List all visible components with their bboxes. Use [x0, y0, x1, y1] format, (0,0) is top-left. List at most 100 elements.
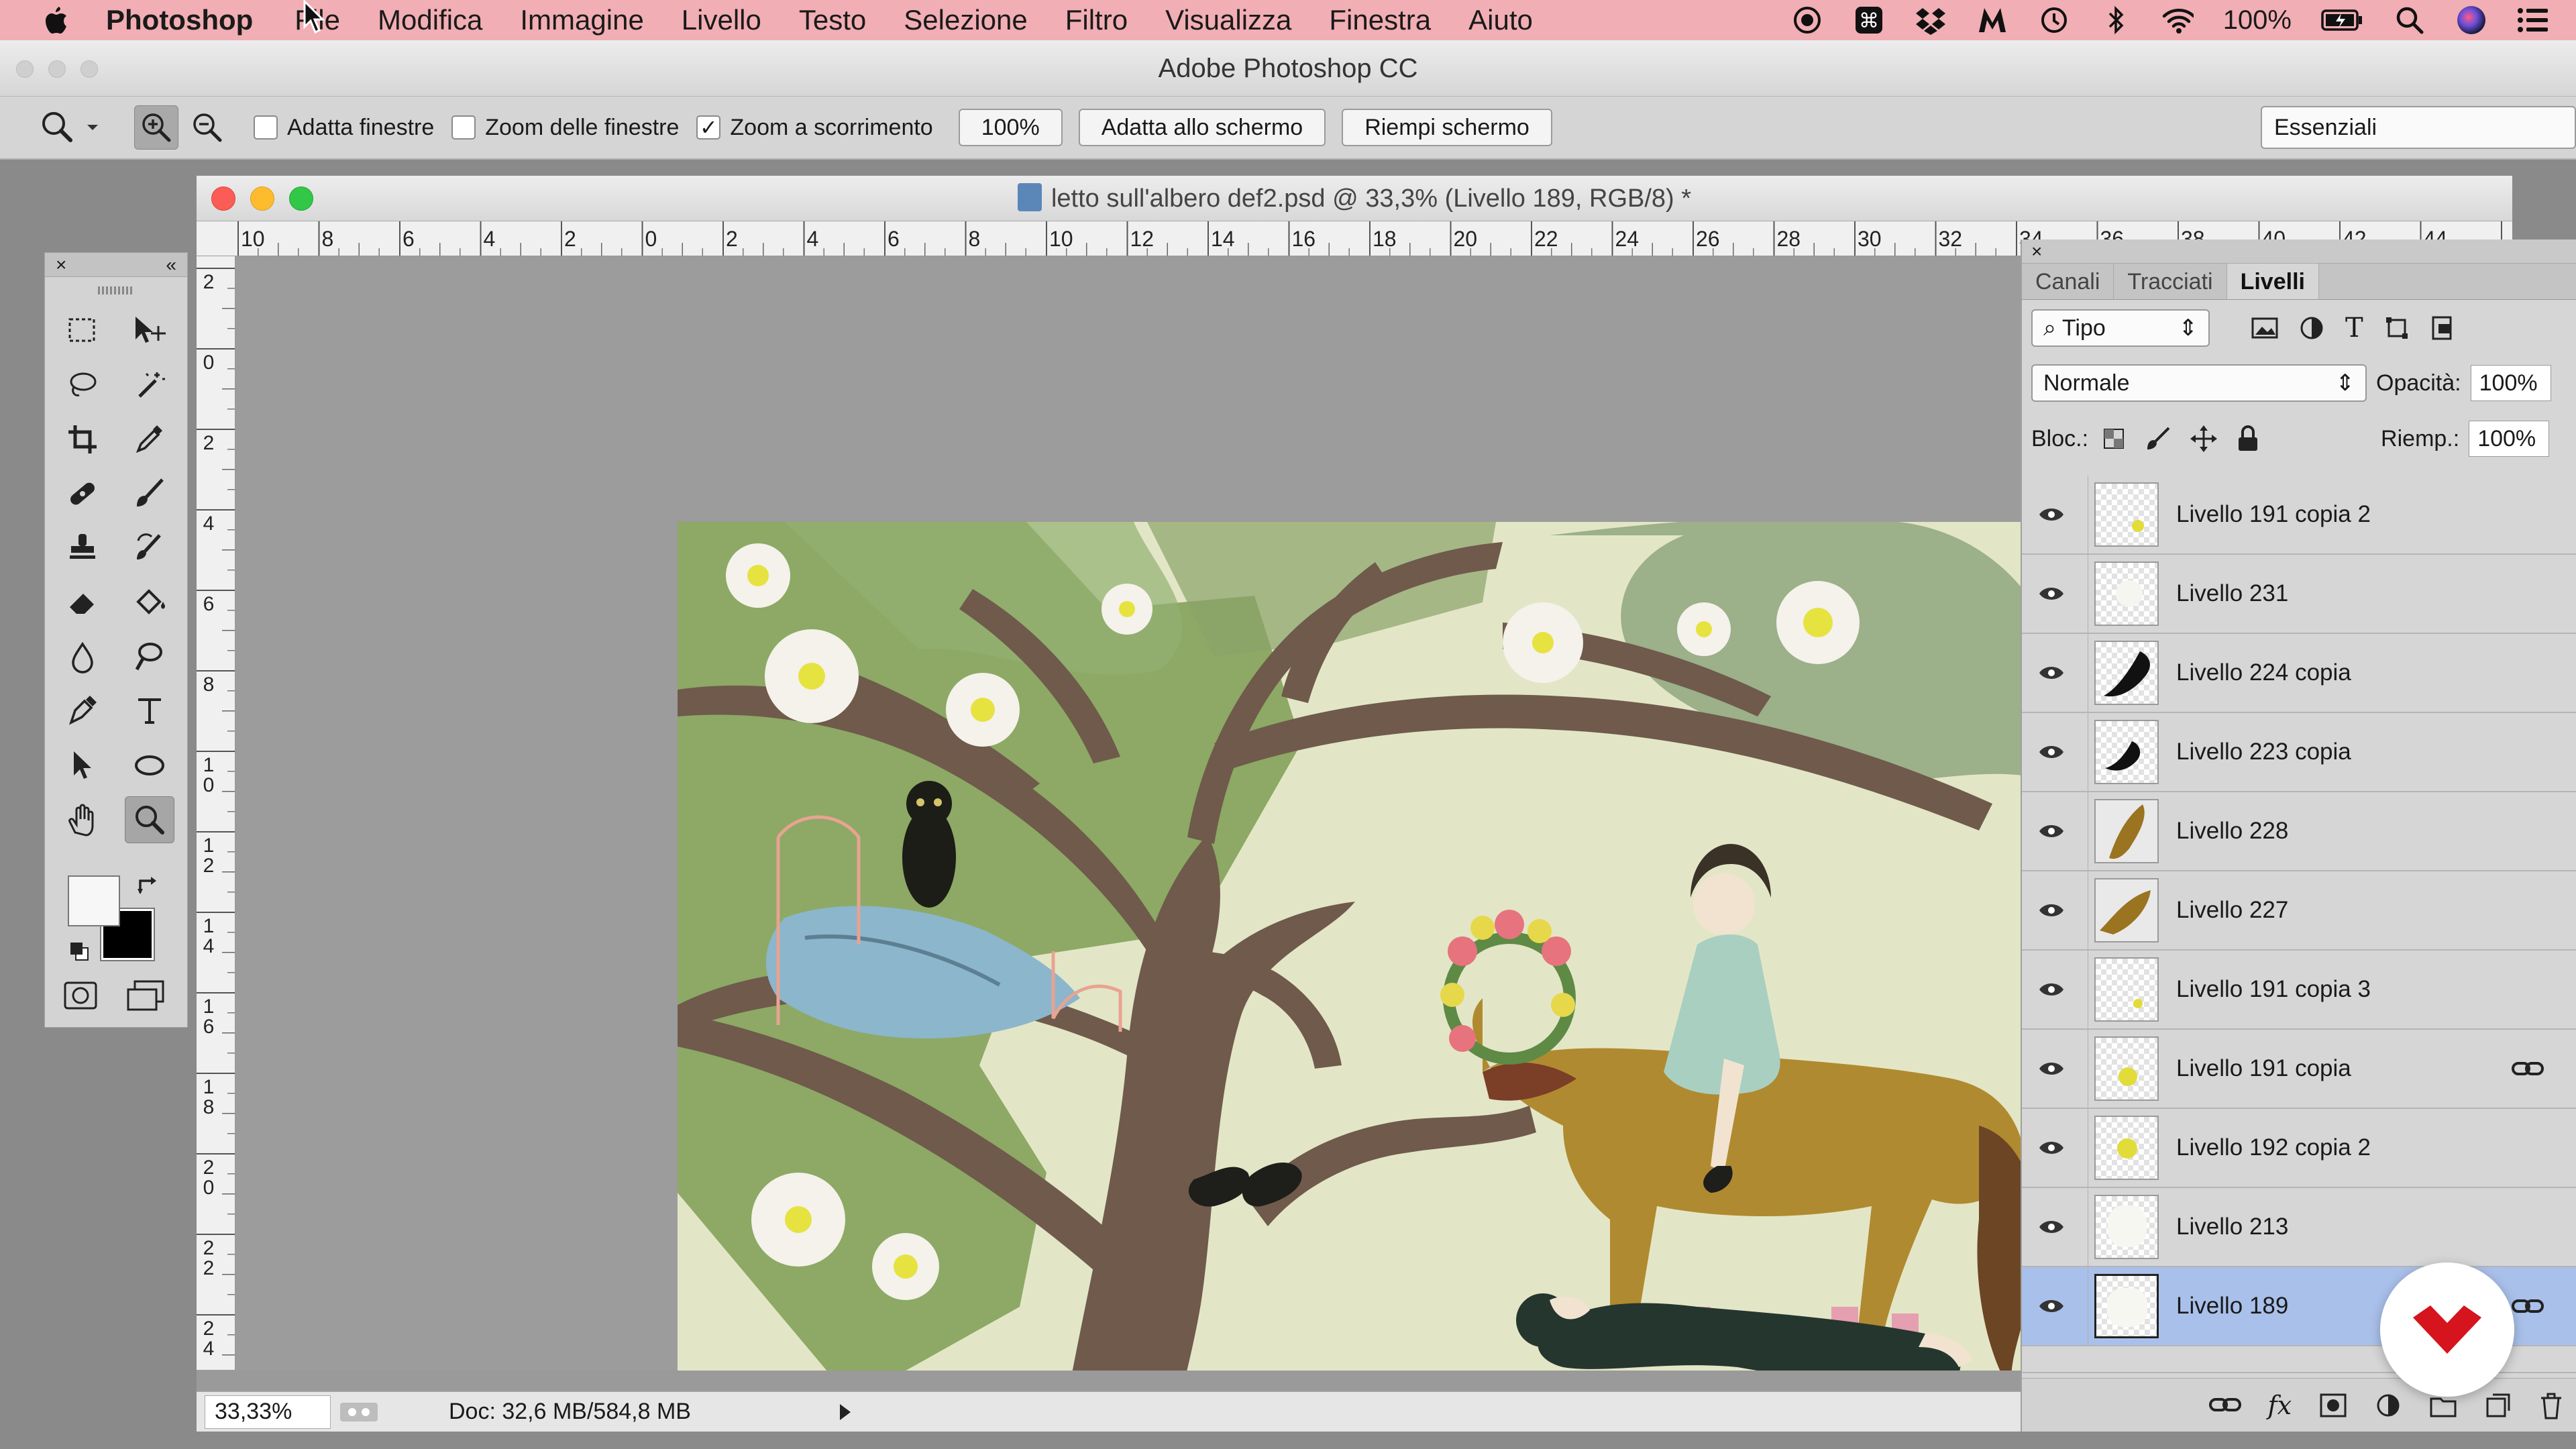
filter-adjustment-icon[interactable]	[2298, 315, 2325, 341]
layer-name[interactable]: Livello 213	[2176, 1214, 2288, 1240]
menu-selezione[interactable]: Selezione	[904, 4, 1027, 36]
screen-mode-icon[interactable]	[124, 977, 167, 1015]
lock-all-icon[interactable]	[2236, 424, 2260, 453]
list-icon[interactable]	[2517, 4, 2549, 36]
menu-visualizza[interactable]: Visualizza	[1165, 4, 1291, 36]
layer-name[interactable]: Livello 224 copia	[2176, 659, 2351, 686]
layer-name[interactable]: Livello 231	[2176, 580, 2288, 607]
filter-shape-icon[interactable]	[2383, 315, 2410, 341]
artwork-canvas[interactable]	[678, 522, 2033, 1371]
tab-tracciati[interactable]: Tracciati	[2114, 264, 2227, 299]
visibility-eye-icon[interactable]	[2022, 901, 2081, 920]
default-colors-icon[interactable]	[68, 940, 92, 964]
apple-icon[interactable]	[35, 0, 75, 40]
menu-photoshop[interactable]: Photoshop	[106, 4, 253, 36]
dodge-tool[interactable]	[116, 630, 183, 683]
record-icon[interactable]	[1791, 4, 1823, 36]
foreground-color[interactable]	[68, 875, 120, 926]
layer-row[interactable]: Livello 223 copia	[2022, 713, 2576, 792]
pen-tool[interactable]	[49, 684, 116, 737]
new-layer-icon[interactable]	[2485, 1392, 2512, 1419]
checkbox-box[interactable]	[451, 115, 476, 140]
layer-row[interactable]: Livello 191 copia	[2022, 1030, 2576, 1109]
magic-wand-tool[interactable]	[116, 358, 183, 411]
menu-aiuto[interactable]: Aiuto	[1468, 4, 1533, 36]
fill-screen-button[interactable]: Riempi schermo	[1342, 109, 1552, 146]
visibility-eye-icon[interactable]	[2022, 822, 2081, 841]
checkbox-checked[interactable]: ✓	[696, 115, 721, 140]
zoom-in-button[interactable]	[134, 105, 178, 150]
zoom-all-windows-checkbox[interactable]: Zoom delle finestre	[451, 115, 679, 141]
swap-colors-icon[interactable]	[135, 873, 162, 900]
visibility-eye-icon[interactable]	[2022, 505, 2081, 524]
battery-icon[interactable]	[2321, 4, 2364, 36]
layer-name[interactable]: Livello 191 copia 2	[2176, 501, 2371, 528]
visibility-eye-icon[interactable]	[2022, 584, 2081, 603]
path-selection-tool[interactable]	[49, 739, 116, 792]
visibility-eye-icon[interactable]	[2022, 743, 2081, 761]
siri-icon[interactable]	[2455, 4, 2487, 36]
fill-field[interactable]: 100%	[2469, 421, 2550, 457]
hand-tool[interactable]	[49, 793, 116, 846]
collapse-panel-icon[interactable]: «	[166, 253, 176, 276]
bluetooth-icon[interactable]	[2100, 4, 2132, 36]
tab-livelli[interactable]: Livelli	[2226, 264, 2319, 299]
layer-row[interactable]: Livello 191 copia 2	[2022, 476, 2576, 555]
paint-bucket-tool[interactable]	[116, 576, 183, 629]
eraser-tool[interactable]	[49, 576, 116, 629]
zoom-100-button[interactable]: 100%	[958, 109, 1063, 146]
lock-transparency-icon[interactable]	[2100, 425, 2127, 452]
status-info-icon[interactable]	[339, 1400, 379, 1424]
eyedropper-tool[interactable]	[116, 413, 183, 466]
blur-tool[interactable]	[49, 630, 116, 683]
m-app-icon[interactable]	[1976, 4, 2008, 36]
layer-name[interactable]: Livello 191 copia 3	[2176, 976, 2371, 1003]
tab-canali[interactable]: Canali	[2022, 264, 2114, 299]
layer-list[interactable]: Livello 191 copia 2 Livello 231 Livello …	[2022, 476, 2576, 1377]
blend-mode-select[interactable]: Normale ⇕	[2031, 364, 2367, 402]
window-controls[interactable]	[16, 60, 98, 78]
history-brush-tool[interactable]	[116, 521, 183, 574]
layer-row[interactable]: Livello 227	[2022, 871, 2576, 951]
visibility-eye-icon[interactable]	[2022, 1218, 2081, 1236]
close-window-button[interactable]	[211, 186, 235, 211]
type-tool[interactable]	[116, 684, 183, 737]
menu-immagine[interactable]: Immagine	[520, 4, 643, 36]
filter-pixel-icon[interactable]	[2250, 315, 2279, 341]
link-layers-icon[interactable]	[2208, 1395, 2241, 1415]
zoom-tool[interactable]	[116, 793, 183, 846]
wifi-icon[interactable]	[2161, 4, 2194, 36]
checkbox-box[interactable]	[254, 115, 278, 140]
scrubby-zoom-checkbox[interactable]: ✓ Zoom a scorrimento	[696, 115, 933, 141]
zoom-out-button[interactable]	[185, 105, 229, 150]
search-icon[interactable]	[2394, 4, 2426, 36]
visibility-eye-icon[interactable]	[2022, 1297, 2081, 1316]
layer-row[interactable]: Livello 191 copia 3	[2022, 951, 2576, 1030]
layer-row[interactable]: Livello 228	[2022, 792, 2576, 871]
clone-stamp-tool[interactable]	[49, 521, 116, 574]
menu-testo[interactable]: Testo	[799, 4, 866, 36]
lock-position-icon[interactable]	[2189, 424, 2218, 453]
lasso-tool[interactable]	[49, 358, 116, 411]
vertical-ruler[interactable]: 2024681012141618202224	[197, 256, 235, 1370]
add-mask-icon[interactable]	[2318, 1392, 2348, 1419]
crop-tool[interactable]	[49, 413, 116, 466]
layer-row[interactable]: Livello 192 copia 2	[2022, 1109, 2576, 1188]
layer-name[interactable]: Livello 227	[2176, 897, 2288, 924]
visibility-eye-icon[interactable]	[2022, 980, 2081, 999]
resize-windows-checkbox[interactable]: Adatta finestre	[254, 115, 434, 141]
fx-icon[interactable]: fx	[2268, 1391, 2292, 1420]
filter-kind-select[interactable]: ⌕ Tipo ⇕	[2031, 309, 2210, 347]
layer-name[interactable]: Livello 228	[2176, 818, 2288, 845]
layer-name[interactable]: Livello 191 copia	[2176, 1055, 2351, 1082]
visibility-eye-icon[interactable]	[2022, 1059, 2081, 1078]
zoom-level-field[interactable]: 33,33%	[205, 1395, 331, 1429]
marquee-tool[interactable]	[49, 304, 116, 357]
panel-grip[interactable]	[45, 277, 187, 304]
layer-row[interactable]: Livello 213	[2022, 1188, 2576, 1267]
lock-pixels-icon[interactable]	[2145, 425, 2171, 452]
filter-smart-object-icon[interactable]	[2429, 315, 2456, 341]
workspace-select[interactable]: Essenziali	[2261, 106, 2576, 149]
move-tool[interactable]	[116, 304, 183, 357]
fit-screen-button[interactable]: Adatta allo schermo	[1078, 109, 1326, 146]
